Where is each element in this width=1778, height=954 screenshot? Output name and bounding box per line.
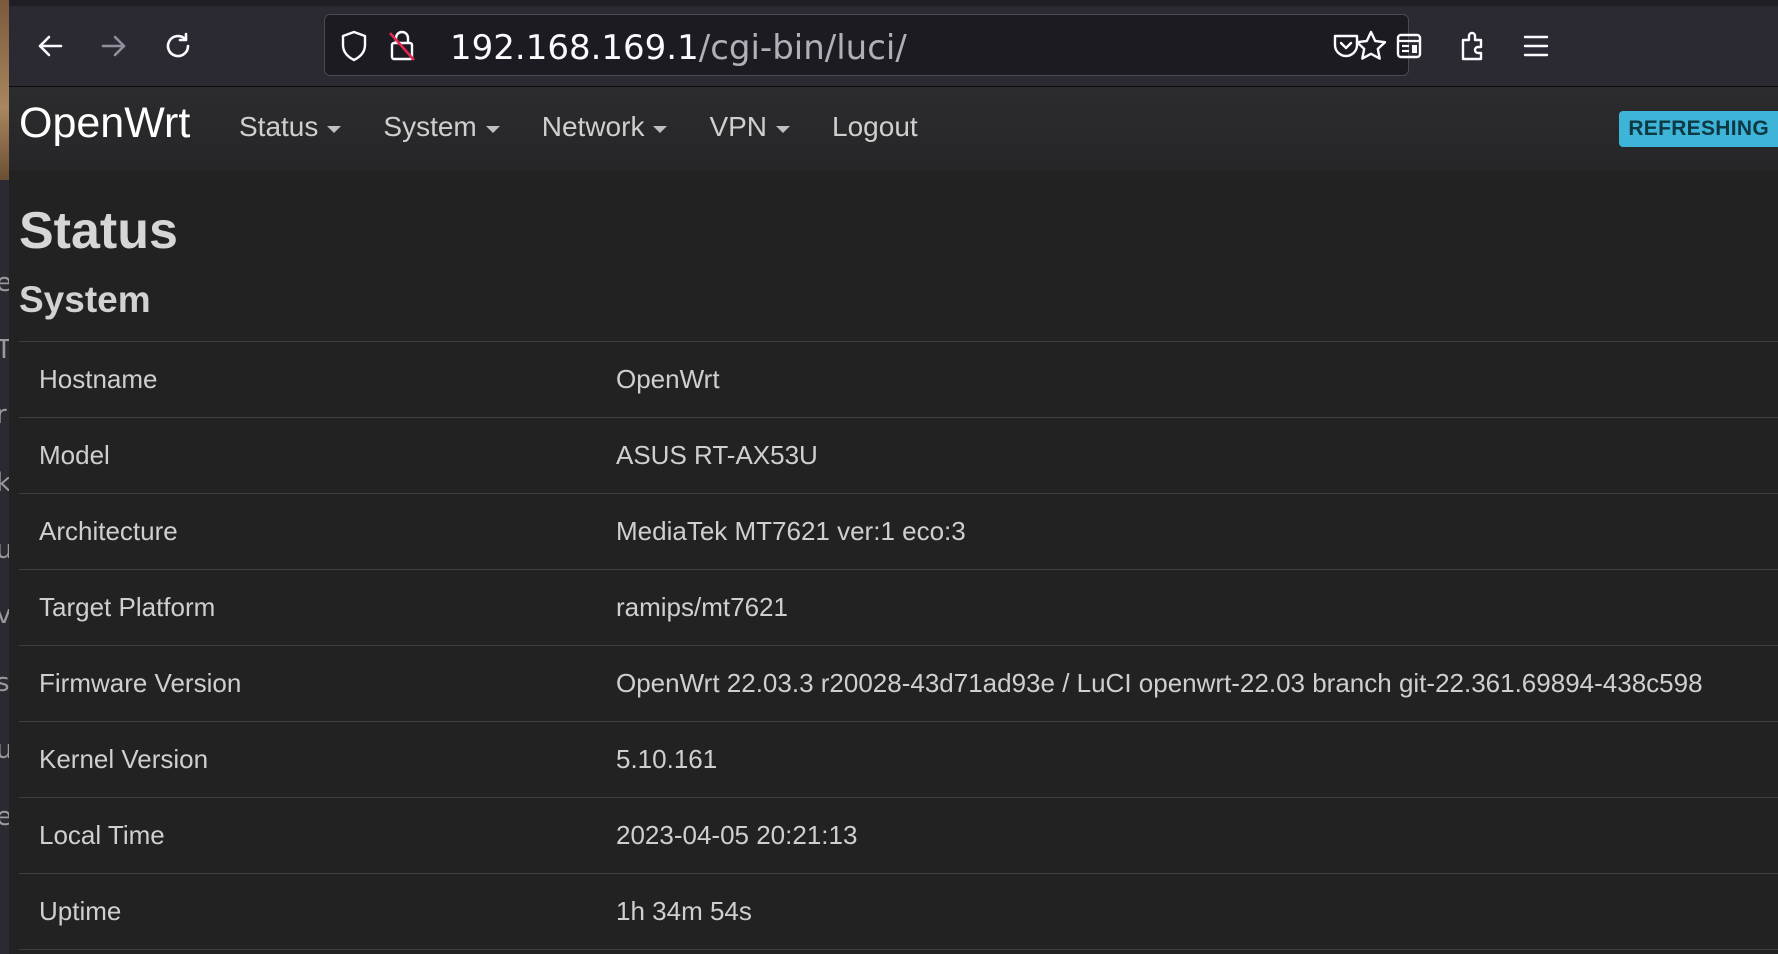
table-row: Local Time 2023-04-05 20:21:13: [19, 797, 1778, 873]
row-label: Local Time: [39, 820, 165, 850]
forward-arrow-icon: [101, 35, 126, 57]
nav-label: VPN: [709, 111, 768, 142]
nav-network[interactable]: Network: [542, 111, 668, 143]
openwrt-header: OpenWrt Status System Network VPN Logout…: [9, 87, 1778, 171]
pocket-button[interactable]: [1322, 22, 1370, 70]
row-value: ramips/mt7621: [616, 592, 788, 622]
insecure-lock-icon: [389, 30, 415, 61]
refreshing-badge[interactable]: REFRESHING: [1619, 111, 1778, 147]
menu-icon: [1523, 35, 1549, 57]
reload-icon: [166, 32, 190, 58]
extensions-icon: [1461, 31, 1483, 61]
url-host: 192.168.169.1: [450, 28, 699, 68]
site-security-button[interactable]: [383, 27, 421, 65]
nav-logout[interactable]: Logout: [832, 111, 918, 143]
row-label: Target Platform: [39, 592, 216, 622]
table-row: Kernel Version 5.10.161: [19, 721, 1778, 797]
table-row: Model ASUS RT-AX53U: [19, 417, 1778, 493]
caret-down-icon: [653, 125, 668, 133]
caret-down-icon: [776, 125, 791, 133]
main-nav: Status System Network VPN Logout: [239, 111, 960, 143]
row-value: MediaTek MT7621 ver:1 eco:3: [616, 516, 966, 546]
table-row: Architecture MediaTek MT7621 ver:1 eco:3: [19, 493, 1778, 569]
nav-system[interactable]: System: [383, 111, 500, 143]
pocket-icon: [1333, 34, 1359, 58]
shield-icon: [341, 30, 367, 62]
row-value: 5.10.161: [616, 744, 718, 774]
nav-label: System: [383, 111, 477, 142]
reload-button[interactable]: [154, 22, 202, 70]
address-bar[interactable]: 192.168.169.1/cgi-bin/luci/: [324, 14, 1409, 76]
app-menu-button[interactable]: [1512, 22, 1560, 70]
nav-label: Network: [541, 111, 645, 142]
row-label: Hostname: [39, 364, 158, 394]
table-row: Uptime 1h 34m 54s: [19, 873, 1778, 950]
background-window-edge: e T r k u v s u e: [0, 0, 9, 954]
page-title: Status: [19, 202, 178, 260]
table-row: Target Platform ramips/mt7621: [19, 569, 1778, 645]
row-label: Model: [39, 440, 110, 470]
row-value: OpenWrt: [616, 364, 720, 394]
caret-down-icon: [485, 125, 500, 133]
reader-view-icon: [1396, 33, 1422, 59]
system-info-table: Hostname OpenWrt Model ASUS RT-AX53U Archi…: [19, 341, 1778, 950]
section-title: System: [19, 279, 151, 320]
brand-logo[interactable]: OpenWrt: [19, 99, 190, 148]
row-label: Uptime: [39, 896, 122, 926]
row-value: 1h 34m 54s: [616, 896, 752, 926]
tracking-protection-button[interactable]: [335, 27, 373, 65]
browser-toolbar: 192.168.169.1/cgi-bin/luci/: [9, 0, 1778, 87]
main-content: Status System Hostname OpenWrt Model ASUS …: [9, 171, 1778, 954]
nav-label: Status: [239, 111, 319, 142]
row-label: Kernel Version: [39, 744, 209, 774]
row-label: Architecture: [39, 516, 178, 546]
row-value: 2023-04-05 20:21:13: [616, 820, 858, 850]
url-text: 192.168.169.1/cgi-bin/luci/: [450, 28, 907, 68]
table-row: Firmware Version OpenWrt 22.03.3 r20028-4…: [19, 645, 1778, 721]
nav-label: Logout: [832, 111, 918, 142]
forward-button[interactable]: [90, 22, 138, 70]
extensions-button[interactable]: [1449, 22, 1497, 70]
url-path: /cgi-bin/luci/: [698, 28, 907, 68]
table-row: Hostname OpenWrt: [19, 341, 1778, 417]
reader-view-button[interactable]: [1385, 22, 1433, 70]
caret-down-icon: [327, 125, 342, 133]
row-value: ASUS RT-AX53U: [616, 440, 818, 470]
nav-vpn[interactable]: VPN: [709, 111, 791, 143]
nav-status[interactable]: Status: [239, 111, 342, 143]
row-label: Firmware Version: [39, 668, 242, 698]
row-value: OpenWrt 22.03.3 r20028-43d71ad93e / LuCI…: [616, 668, 1703, 698]
back-button[interactable]: [26, 22, 74, 70]
back-arrow-icon: [38, 35, 63, 57]
